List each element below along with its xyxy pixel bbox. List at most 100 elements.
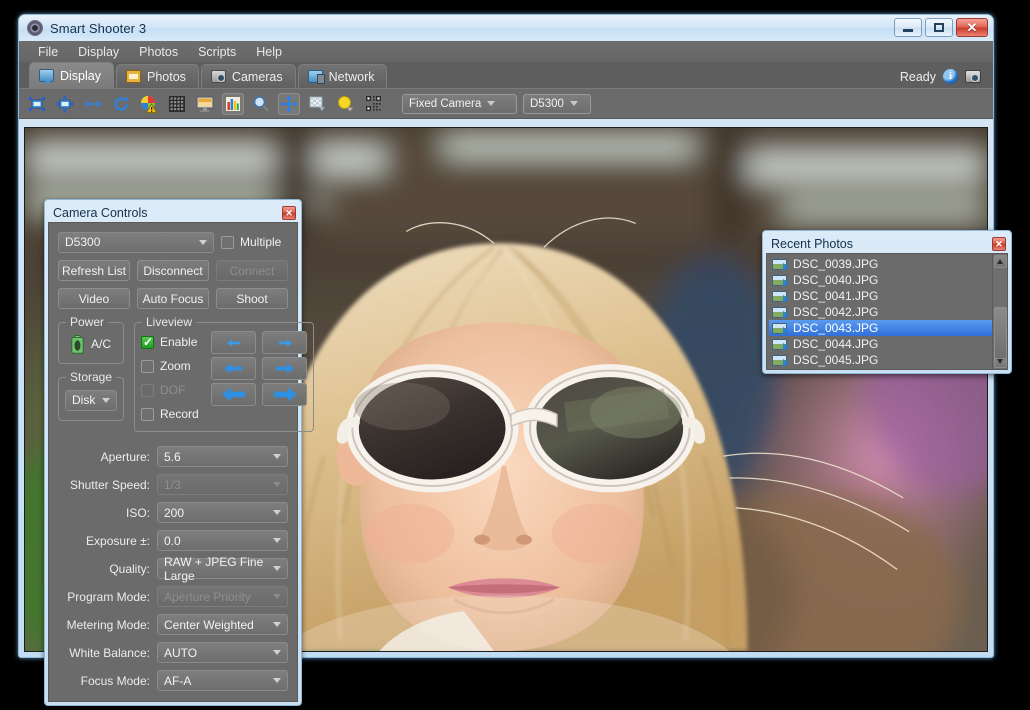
- focus-mode-value: AF-A: [164, 674, 191, 688]
- chevron-down-icon: [273, 538, 281, 543]
- photo-file-icon: [772, 339, 787, 350]
- pan-left-large-button[interactable]: [211, 383, 256, 406]
- color-warning-icon[interactable]: [138, 93, 160, 115]
- list-item[interactable]: DSC_0044.JPG: [769, 336, 992, 352]
- title-bar[interactable]: Smart Shooter 3 ✕: [19, 15, 993, 41]
- photos-icon: [126, 70, 141, 83]
- liveview-record-checkbox[interactable]: Record: [141, 403, 203, 425]
- liveview-enable-checkbox[interactable]: Enable: [141, 331, 203, 353]
- tab-network[interactable]: Network: [298, 64, 388, 88]
- rotate-icon[interactable]: [110, 93, 132, 115]
- pan-left-medium-button[interactable]: [211, 357, 256, 380]
- list-item-selected[interactable]: DSC_0043.JPG: [769, 320, 992, 336]
- liveview-zoom-label: Zoom: [160, 359, 191, 373]
- multiple-checkbox[interactable]: Multiple: [221, 231, 281, 253]
- quality-select[interactable]: RAW + JPEG Fine Large: [157, 558, 288, 579]
- camera-select[interactable]: D5300: [58, 232, 214, 253]
- metering-mode-select[interactable]: Center Weighted: [157, 614, 288, 635]
- liveview-dof-checkbox: DOF: [141, 379, 203, 401]
- exposure-select[interactable]: 0.0: [157, 530, 288, 551]
- list-item[interactable]: DSC_0039.JPG: [769, 256, 992, 272]
- chevron-down-icon: [487, 101, 495, 106]
- menu-help[interactable]: Help: [247, 43, 291, 61]
- camera-status-icon[interactable]: [965, 70, 981, 83]
- camera-controls-close-icon[interactable]: ✕: [282, 206, 296, 220]
- window-buttons: ✕: [894, 18, 988, 37]
- recent-photos-close-icon[interactable]: ✕: [992, 237, 1006, 251]
- menu-photos[interactable]: Photos: [130, 43, 187, 61]
- liveview-record-label: Record: [160, 407, 199, 421]
- iso-select[interactable]: 200: [157, 502, 288, 523]
- camera-model-select[interactable]: D5300: [523, 94, 591, 114]
- metering-mode-row: Metering Mode: Center Weighted: [58, 614, 288, 635]
- pan-icon[interactable]: [278, 93, 300, 115]
- liveview-enable-label: Enable: [160, 335, 197, 349]
- pan-right-medium-button[interactable]: [262, 357, 307, 380]
- shoot-button[interactable]: Shoot: [216, 288, 288, 309]
- focus-mode-select[interactable]: AF-A: [157, 670, 288, 691]
- recent-photos-titlebar[interactable]: Recent Photos ✕: [766, 234, 1008, 253]
- white-balance-select[interactable]: AUTO: [157, 642, 288, 663]
- list-item[interactable]: DSC_0041.JPG: [769, 288, 992, 304]
- stretch-icon[interactable]: [82, 93, 104, 115]
- menu-display[interactable]: Display: [69, 43, 128, 61]
- chevron-up-icon: [997, 259, 1003, 264]
- network-icon: [308, 70, 323, 83]
- photo-file-icon: [772, 259, 787, 270]
- tab-photos-label: Photos: [147, 70, 186, 84]
- fit-window-icon[interactable]: [54, 93, 76, 115]
- highlight-icon[interactable]: [334, 93, 356, 115]
- camera-model-value: D5300: [530, 98, 564, 110]
- battery-icon: [71, 335, 84, 354]
- list-item[interactable]: DSC_0042.JPG: [769, 304, 992, 320]
- menu-scripts[interactable]: Scripts: [189, 43, 245, 61]
- pan-right-large-button[interactable]: [262, 383, 307, 406]
- scroll-up-button[interactable]: [994, 255, 1007, 268]
- arrow-left-icon: [227, 338, 241, 348]
- list-item[interactable]: DSC_0040.JPG: [769, 272, 992, 288]
- camera-controls-titlebar[interactable]: Camera Controls ✕: [48, 203, 298, 222]
- scrollbar-track[interactable]: [994, 269, 1007, 354]
- close-icon: ✕: [967, 21, 978, 34]
- video-button[interactable]: Video: [58, 288, 130, 309]
- auto-focus-button[interactable]: Auto Focus: [137, 288, 209, 309]
- fit-image-icon[interactable]: [26, 93, 48, 115]
- close-button[interactable]: ✕: [956, 18, 988, 37]
- presentation-icon[interactable]: [194, 93, 216, 115]
- camera-mode-select[interactable]: Fixed Camera: [402, 94, 517, 114]
- tab-photos[interactable]: Photos: [116, 64, 199, 88]
- scrollbar-thumb[interactable]: [994, 307, 1007, 359]
- menu-file[interactable]: File: [29, 43, 67, 61]
- camera-lens-icon: [27, 20, 43, 36]
- storage-group-title: Storage: [66, 370, 116, 384]
- shutter-speed-select: 1/3: [157, 474, 288, 495]
- aperture-select[interactable]: 5.6: [157, 446, 288, 467]
- liveview-zoom-checkbox[interactable]: Zoom: [141, 355, 203, 377]
- minimize-button[interactable]: [894, 18, 922, 37]
- refresh-list-button[interactable]: Refresh List: [58, 260, 130, 281]
- zoom-icon[interactable]: [250, 93, 272, 115]
- histogram-icon[interactable]: [222, 93, 244, 115]
- camera-mode-value: Fixed Camera: [409, 98, 481, 110]
- recent-photos-list[interactable]: DSC_0039.JPG DSC_0040.JPG DSC_0041.JPG D…: [767, 254, 992, 369]
- list-item[interactable]: DSC_0045.JPG: [769, 352, 992, 368]
- pan-left-small-button[interactable]: [211, 331, 256, 354]
- maximize-button[interactable]: [925, 18, 953, 37]
- transparency-icon[interactable]: [306, 93, 328, 115]
- grid-icon[interactable]: [166, 93, 188, 115]
- info-icon[interactable]: i: [943, 69, 958, 84]
- storage-select[interactable]: Disk: [65, 390, 117, 411]
- list-item-label: DSC_0045.JPG: [793, 353, 878, 367]
- qr-code-icon[interactable]: [362, 93, 384, 115]
- arrow-right-icon: [275, 362, 294, 375]
- tab-display[interactable]: Display: [29, 62, 114, 88]
- chevron-down-icon: [273, 678, 281, 683]
- tab-cameras[interactable]: Cameras: [201, 64, 296, 88]
- pan-right-small-button[interactable]: [262, 331, 307, 354]
- liveview-group-title: Liveview: [142, 315, 196, 329]
- recent-photos-scrollbar[interactable]: [992, 254, 1007, 369]
- storage-group: Storage Disk: [58, 377, 124, 421]
- status-text: Ready: [900, 70, 936, 84]
- disconnect-button[interactable]: Disconnect: [137, 260, 209, 281]
- multiple-checkbox-box: [221, 236, 234, 249]
